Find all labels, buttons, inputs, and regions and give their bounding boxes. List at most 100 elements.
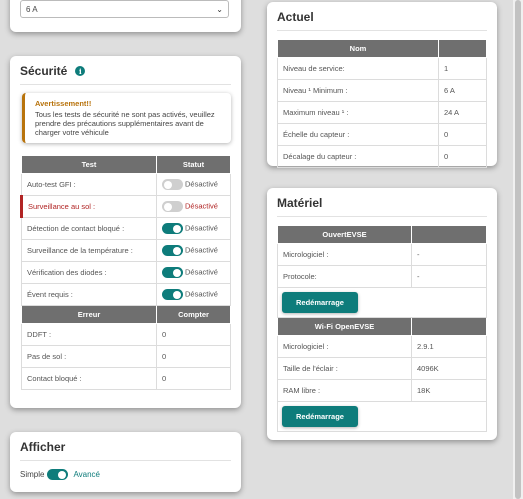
errors-header-count: Compter	[156, 305, 231, 324]
test-toggle[interactable]	[162, 201, 183, 212]
current-header-blank	[438, 39, 487, 58]
wifi-value: 4096K	[411, 357, 487, 380]
evse-label: Micrologiciel :	[277, 243, 412, 266]
hardware-title-text: Matériel	[277, 196, 323, 210]
hardware-card: Matériel OuvertEVSE Micrologiciel : - Prot…	[267, 188, 497, 440]
test-label: Détection de contact bloqué :	[21, 217, 157, 240]
wifi-value: 18K	[411, 379, 487, 402]
wifi-restart-cell: Redémarrage	[277, 401, 487, 432]
simple-label: Simple	[20, 470, 45, 479]
test-toggle[interactable]	[162, 267, 183, 278]
warning-text: Tous les tests de sécurité ne sont pas a…	[35, 110, 215, 137]
test-status: Désactivé	[185, 179, 218, 189]
current-row: Niveau ¹ Minimum :6 A	[277, 79, 487, 102]
evse-header: OuvertEVSE	[277, 225, 412, 244]
test-status-cell: Désactivé	[156, 261, 231, 284]
current-value: 24 A	[438, 101, 487, 124]
display-title-text: Afficher	[20, 440, 66, 454]
test-toggle[interactable]	[162, 245, 183, 256]
wifi-row: Micrologiciel :2.9.1	[277, 335, 487, 358]
test-row: Surveillance au sol : Désactivé	[20, 195, 231, 218]
test-toggle[interactable]	[162, 179, 183, 190]
test-label: Surveillance au sol :	[20, 195, 157, 218]
test-label: Surveillance de la température :	[21, 239, 157, 262]
info-icon[interactable]: i	[75, 66, 86, 76]
warning-title: Avertissement!!	[35, 99, 92, 108]
evse-restart-button[interactable]: Redémarrage	[282, 292, 358, 313]
rate-card: 6 A ⌄	[10, 0, 241, 32]
wifi-label: Taille de l'éclair :	[277, 357, 412, 380]
test-label: Vérification des diodes :	[21, 261, 157, 284]
display-title: Afficher	[20, 440, 231, 461]
current-value: 6 A	[438, 79, 487, 102]
error-row: Pas de sol :0	[21, 345, 231, 368]
test-status: Désactivé	[185, 245, 218, 255]
wifi-row: Taille de l'éclair :4096K	[277, 357, 487, 380]
wifi-header: Wi-Fi OpenEVSE	[277, 317, 412, 336]
current-title-text: Actuel	[277, 10, 314, 24]
display-card: Afficher Simple Avancé	[10, 432, 241, 492]
error-label: Pas de sol :	[21, 345, 157, 368]
warning-box: Avertissement!! Tous les tests de sécuri…	[22, 93, 231, 143]
test-status-cell: Désactivé	[156, 173, 231, 196]
advanced-label: Avancé	[73, 470, 100, 479]
display-mode-row: Simple Avancé	[20, 469, 231, 480]
test-toggle[interactable]	[162, 289, 183, 300]
current-label: Niveau de service:	[277, 57, 439, 80]
tests-header-status: Statut	[156, 155, 231, 174]
evse-row: Micrologiciel :-	[277, 243, 487, 266]
test-status: Désactivé	[185, 267, 218, 277]
test-status: Désactivé	[185, 289, 218, 299]
current-card: Actuel Nom Niveau de service: 1 Niveau ¹ M…	[267, 2, 497, 168]
current-value: 1	[438, 57, 487, 80]
wifi-row: RAM libre :18K	[277, 379, 487, 402]
evse-header-blank	[411, 225, 487, 244]
current-row: Niveau de service: 1	[277, 57, 487, 80]
test-row: Détection de contact bloqué : Désactivé	[21, 217, 231, 240]
wifi-label: RAM libre :	[277, 379, 412, 402]
error-row: Contact bloqué :0	[21, 367, 231, 390]
current-header-name: Nom	[277, 39, 439, 58]
test-status-cell: Désactivé	[156, 217, 231, 240]
test-status: Désactivé	[185, 223, 218, 233]
security-title: Sécurité i	[20, 64, 231, 85]
wifi-value: 2.9.1	[411, 335, 487, 358]
wifi-restart-button[interactable]: Redémarrage	[282, 406, 358, 427]
test-status-cell: Désactivé	[156, 195, 231, 218]
current-label: Décalage du capteur :	[277, 145, 439, 168]
test-row: Surveillance de la température : Désactiv…	[21, 239, 231, 262]
current-row: Décalage du capteur :0	[277, 145, 487, 168]
hardware-table: OuvertEVSE Micrologiciel : - Protocole: - R…	[277, 225, 487, 432]
test-status: Désactivé	[185, 201, 218, 211]
current-row: Maximum niveau ¹ :24 A	[277, 101, 487, 124]
wifi-header-blank	[411, 317, 487, 336]
tests-header-test: Test	[21, 155, 157, 174]
current-label: Échelle du capteur :	[277, 123, 439, 146]
security-card: Sécurité i Avertissement!! Tous les test…	[10, 56, 241, 408]
mode-toggle[interactable]	[47, 469, 69, 480]
current-label: Maximum niveau ¹ :	[277, 101, 439, 124]
evse-value: -	[411, 265, 487, 288]
error-label: DDFT :	[21, 323, 157, 346]
rate-select-value: 6 A	[26, 4, 38, 14]
security-title-text: Sécurité	[20, 64, 68, 78]
wifi-label: Micrologiciel :	[277, 335, 412, 358]
chevron-down-icon: ⌄	[216, 4, 223, 14]
error-row: DDFT :0	[21, 323, 231, 346]
test-toggle[interactable]	[162, 223, 183, 234]
current-value: 0	[438, 145, 487, 168]
errors-header-error: Erreur	[21, 305, 157, 324]
scrollbar-track[interactable]	[513, 0, 523, 499]
scrollbar-thumb[interactable]	[515, 0, 521, 499]
current-table: Nom Niveau de service: 1 Niveau ¹ Minimum …	[277, 39, 487, 168]
test-row: Vérification des diodes : Désactivé	[21, 261, 231, 284]
test-label: Évent requis :	[21, 283, 157, 306]
evse-value: -	[411, 243, 487, 266]
evse-restart-cell: Redémarrage	[277, 287, 487, 318]
current-row: Échelle du capteur :0	[277, 123, 487, 146]
current-value: 0	[438, 123, 487, 146]
rate-select[interactable]: 6 A ⌄	[20, 0, 229, 18]
evse-row: Protocole: -	[277, 265, 487, 288]
error-value: 0	[156, 367, 231, 390]
test-row: Évent requis : Désactivé	[21, 283, 231, 306]
